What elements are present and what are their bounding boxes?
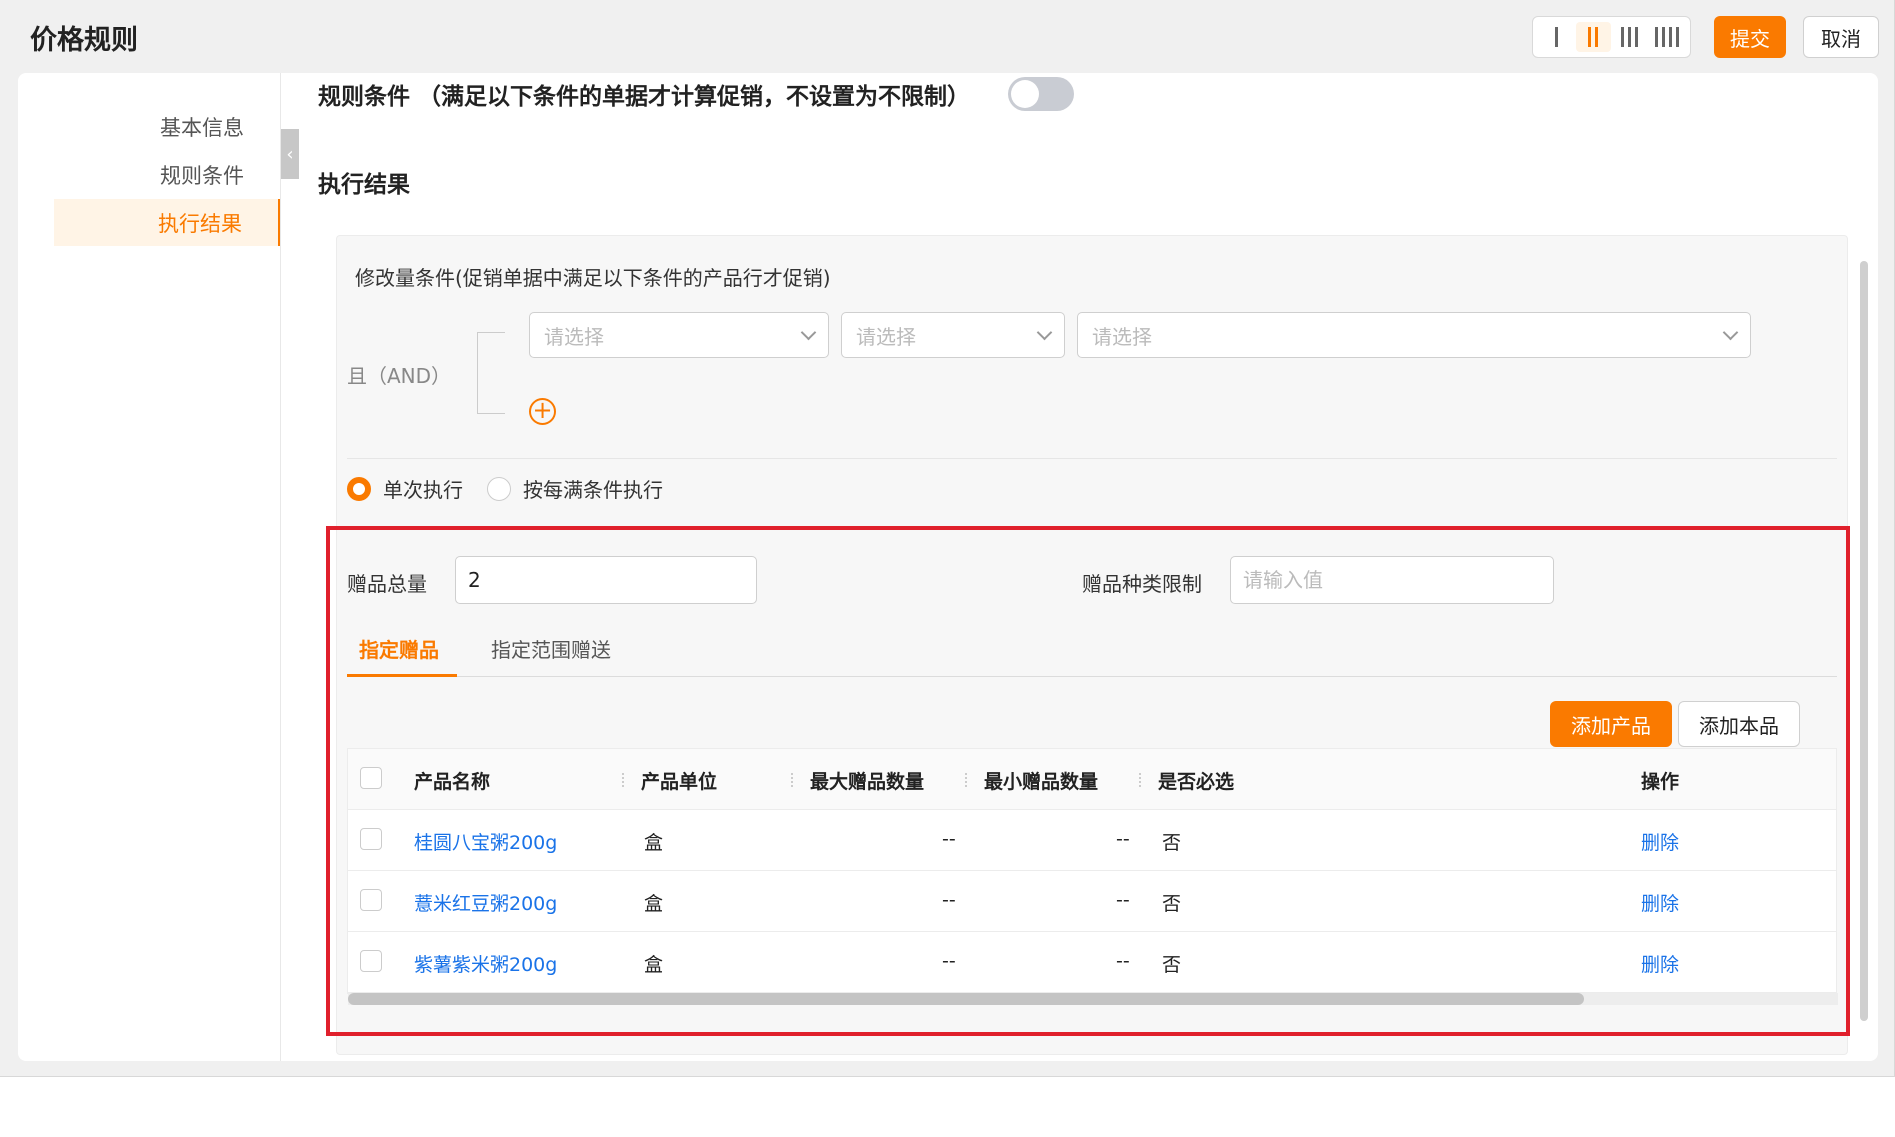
tab-specified-gift[interactable]: 指定赠品 (359, 634, 439, 663)
sidebar-item-exec-result[interactable]: 执行结果 (54, 199, 280, 246)
app-window: 价格规则 提交 取消 基本信息 规则条件 执行结果 ‹ 规则条件 （满足以下条件… (0, 0, 1895, 1077)
add-self-product-button[interactable]: 添加本品 (1678, 701, 1800, 747)
required-flag: 否 (1162, 954, 1182, 976)
column-header: 最大赠品数量 (810, 771, 925, 793)
select-placeholder: 请选择 (856, 324, 916, 349)
column-header: 产品单位 (641, 771, 718, 793)
and-label: 且（AND） (347, 364, 452, 388)
layout-2-column-button[interactable] (1575, 22, 1611, 52)
min-gift-qty: -- (1116, 828, 1130, 850)
product-unit: 盒 (644, 832, 664, 854)
min-gift-qty: -- (1116, 889, 1130, 911)
layout-switch (1532, 16, 1691, 58)
column-separator (622, 773, 624, 787)
column-separator (791, 773, 793, 787)
max-gift-qty: -- (942, 889, 956, 911)
product-unit: 盒 (644, 893, 664, 915)
row-checkbox[interactable] (360, 950, 382, 972)
main-card: 基本信息 规则条件 执行结果 ‹ 规则条件 （满足以下条件的单据才计算促销，不设… (18, 73, 1878, 1061)
max-gift-qty: -- (942, 950, 956, 972)
gift-total-input[interactable]: 2 (455, 556, 757, 604)
sidebar-item-rule-condition[interactable]: 规则条件 (54, 151, 280, 198)
condition-select-2[interactable]: 请选择 (841, 312, 1065, 358)
toggle-knob (1011, 80, 1039, 108)
row-checkbox[interactable] (360, 889, 382, 911)
product-name-link[interactable]: 紫薯紫米粥200g (414, 950, 557, 977)
layout-3-column-button[interactable] (1613, 22, 1648, 52)
delete-link[interactable]: 删除 (1641, 889, 1679, 916)
row-checkbox[interactable] (360, 828, 382, 850)
gift-total-label: 赠品总量 (347, 572, 427, 596)
rule-condition-toggle[interactable] (1008, 77, 1074, 111)
table-row: 紫薯紫米粥200g 盒 -- -- 否 删除 (348, 932, 1836, 993)
rule-condition-title: 规则条件 （满足以下条件的单据才计算促销，不设置为不限制） (318, 77, 970, 111)
modify-condition-caption: 修改量条件(促销单据中满足以下条件的产品行才促销) (355, 266, 831, 290)
required-flag: 否 (1162, 832, 1182, 854)
execution-mode: 单次执行 按每满条件执行 (347, 474, 687, 503)
radio-single-exec-label[interactable]: 单次执行 (383, 474, 463, 503)
condition-select-3[interactable]: 请选择 (1077, 312, 1751, 358)
table-horizontal-scrollbar[interactable] (348, 993, 1838, 1005)
chevron-down-icon (1036, 324, 1053, 340)
divider (347, 458, 1837, 459)
column-header: 操作 (1641, 771, 1680, 793)
gift-table: 产品名称 产品单位 最大赠品数量 最小赠品数量 是否必选 操作 桂圆八宝粥200… (347, 748, 1838, 1005)
table-header: 产品名称 产品单位 最大赠品数量 最小赠品数量 是否必选 操作 (348, 749, 1836, 810)
page-title: 价格规则 (30, 25, 138, 56)
max-gift-qty: -- (942, 828, 956, 850)
chevron-down-icon (1722, 324, 1739, 340)
cancel-button[interactable]: 取消 (1803, 16, 1879, 58)
column-header: 最小赠品数量 (984, 771, 1099, 793)
sidebar: 基本信息 规则条件 执行结果 (18, 73, 281, 1061)
select-placeholder: 请选择 (1092, 324, 1152, 349)
and-bracket (477, 332, 505, 414)
condition-select-1[interactable]: 请选择 (529, 312, 829, 358)
collapse-sidebar-icon[interactable]: ‹ (281, 129, 299, 179)
delete-link[interactable]: 删除 (1641, 950, 1679, 977)
scrollbar-thumb[interactable] (348, 993, 1584, 1005)
select-all-checkbox[interactable] (360, 767, 382, 789)
layout-1-column-button[interactable] (1539, 22, 1574, 52)
tab-range-gift[interactable]: 指定范围赠送 (491, 634, 611, 663)
radio-each-condition-exec-label[interactable]: 按每满条件执行 (523, 474, 663, 503)
column-header: 产品名称 (414, 771, 491, 793)
column-separator (965, 773, 967, 787)
layout-4-column-button[interactable] (1649, 22, 1684, 52)
radio-each-condition-exec[interactable] (487, 476, 511, 501)
product-name-link[interactable]: 薏米红豆粥200g (414, 889, 557, 916)
product-name-link[interactable]: 桂圆八宝粥200g (414, 828, 557, 855)
table-row: 薏米红豆粥200g 盒 -- -- 否 删除 (348, 871, 1836, 932)
delete-link[interactable]: 删除 (1641, 828, 1679, 855)
add-condition-icon[interactable]: + (529, 398, 556, 425)
chevron-down-icon (800, 324, 817, 340)
min-gift-qty: -- (1116, 950, 1130, 972)
add-product-button[interactable]: 添加产品 (1550, 701, 1672, 747)
submit-button[interactable]: 提交 (1714, 16, 1786, 58)
tabs-divider (347, 676, 1837, 677)
vertical-scrollbar[interactable] (1860, 261, 1868, 1021)
table-row: 桂圆八宝粥200g 盒 -- -- 否 删除 (348, 810, 1836, 871)
column-separator (1139, 773, 1141, 787)
select-placeholder: 请选择 (544, 324, 604, 349)
exec-result-title: 执行结果 (318, 172, 410, 198)
gift-type-limit-label: 赠品种类限制 (1082, 572, 1202, 596)
required-flag: 否 (1162, 893, 1182, 915)
gift-type-limit-input[interactable]: 请输入值 (1230, 556, 1554, 604)
rule-condition-title-text: 规则条件 （满足以下条件的单据才计算促销，不设置为不限制） (318, 84, 971, 110)
radio-single-exec[interactable] (347, 476, 371, 501)
active-tab-indicator (347, 674, 457, 677)
sidebar-item-basic-info[interactable]: 基本信息 (54, 103, 280, 150)
column-header: 是否必选 (1158, 771, 1235, 793)
exec-result-panel: 修改量条件(促销单据中满足以下条件的产品行才促销) 且（AND） 请选择 请选择… (336, 235, 1848, 1055)
product-unit: 盒 (644, 954, 664, 976)
